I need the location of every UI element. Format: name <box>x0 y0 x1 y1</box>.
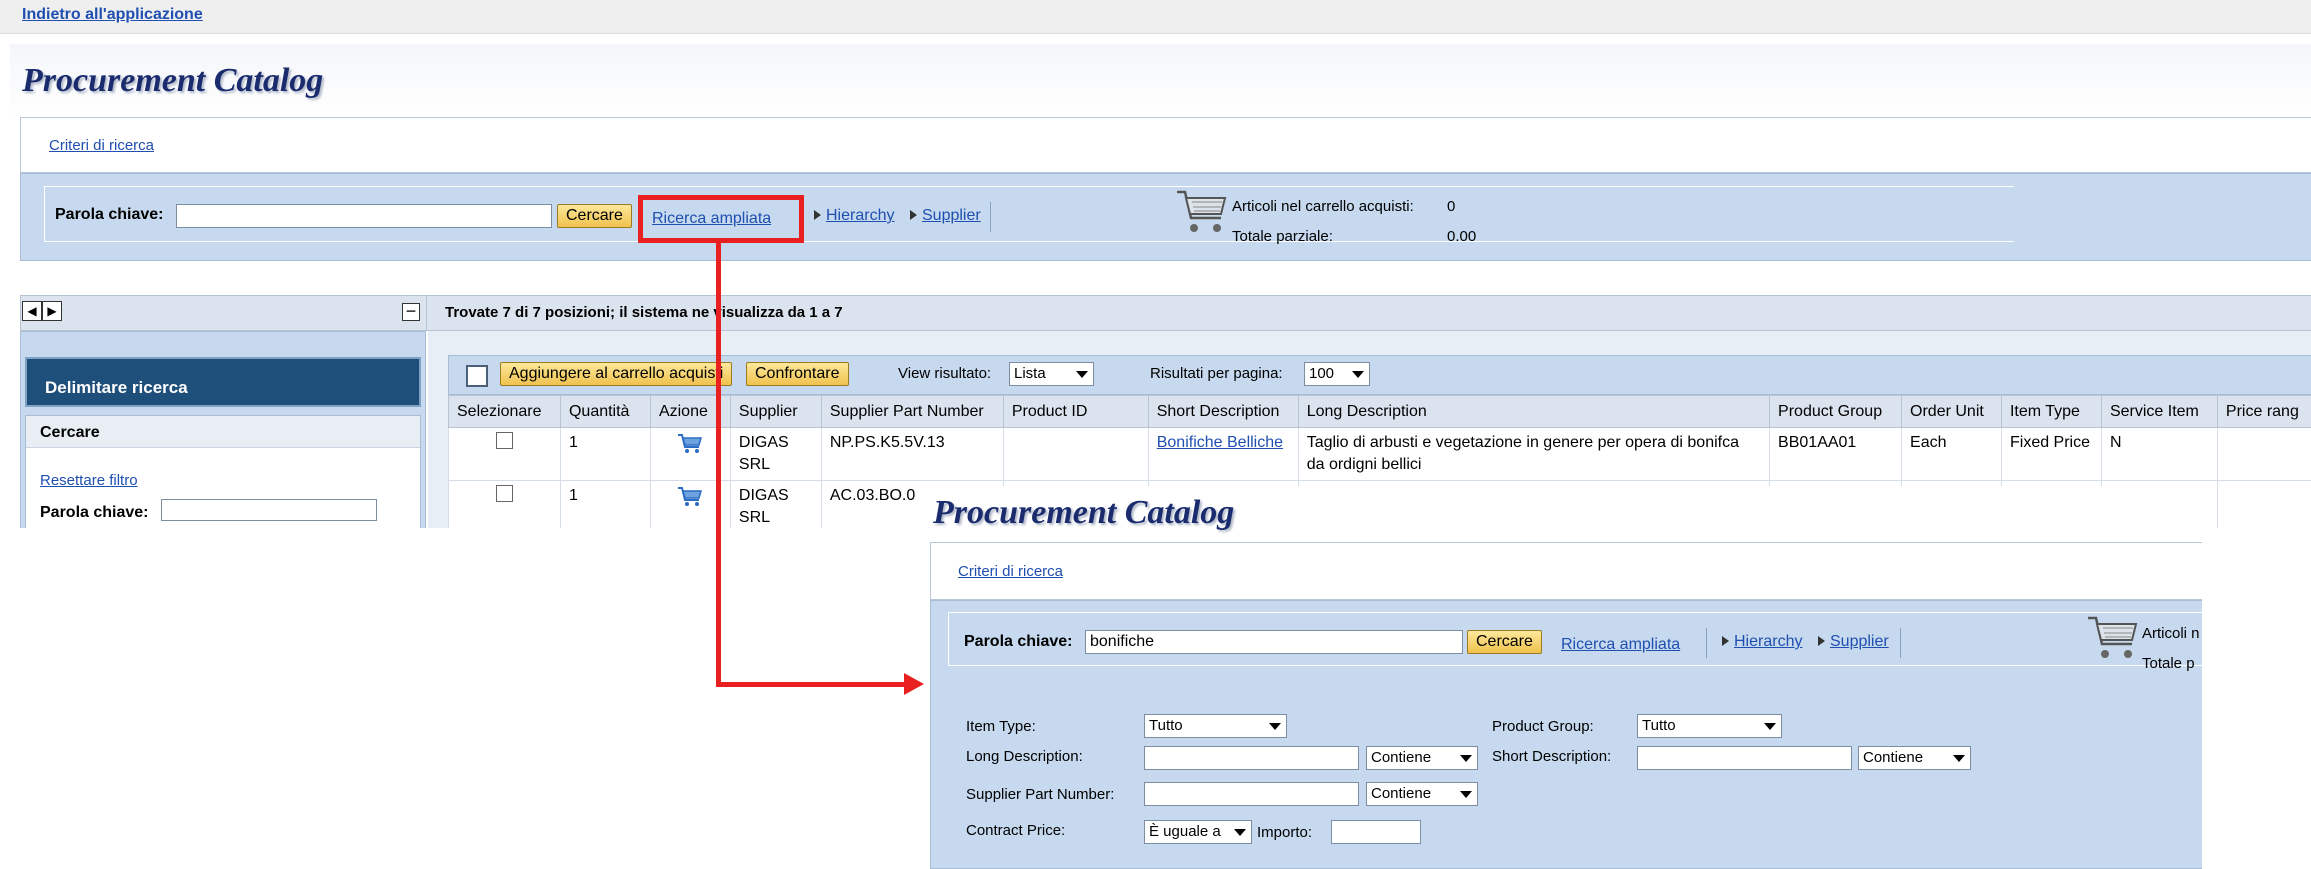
row-checkbox[interactable] <box>495 485 513 502</box>
amount-input[interactable] <box>1331 820 1421 844</box>
supplier-part-number-input[interactable] <box>1144 782 1359 806</box>
arrow-head-icon <box>904 673 924 695</box>
add-to-cart-button[interactable]: Aggiungere al carrello acquisti <box>500 362 733 386</box>
arrow-left-icon[interactable]: ◀ <box>22 301 42 321</box>
supplier-cell: DIGAS SRL <box>729 427 822 481</box>
long-description-label: Long Description: <box>966 748 1083 765</box>
triangle-right-icon <box>910 210 917 220</box>
triangle-right-icon <box>1818 636 1825 646</box>
product-group-label: Product Group: <box>1492 718 1594 735</box>
col-header: Product ID <box>1002 395 1149 428</box>
select-all-checkbox[interactable] <box>466 365 488 387</box>
per-page-label: Risultati per pagina: <box>1150 365 1283 382</box>
zoom-hierarchy-link[interactable]: Hierarchy <box>1734 633 1802 650</box>
zoom-search-button[interactable]: Cercare <box>1467 630 1542 654</box>
col-header: Supplier <box>729 395 822 428</box>
col-header: Price rang <box>2216 395 2311 428</box>
keyword-label: Parola chiave: <box>55 206 164 223</box>
left-keyword-label: Parola chiave: <box>40 504 149 521</box>
col-header: Product Group <box>1769 395 1903 428</box>
order-unit-cell: Each <box>1901 427 2002 481</box>
search-button[interactable]: Cercare <box>557 204 632 228</box>
supplier-cell: DIGAS SRL <box>729 480 822 534</box>
col-header: Service Item <box>2100 395 2218 428</box>
item-type-select[interactable]: Tutto <box>1144 714 1287 738</box>
results-summary: Trovate 7 di 7 posizioni; il sistema ne … <box>445 304 843 321</box>
price-range-cell <box>2216 427 2311 481</box>
long-description-cell: Taglio di arbusti e vegetazione in gener… <box>1297 427 1771 481</box>
search-label: Cercare <box>40 424 100 441</box>
service-item-cell: N <box>2100 427 2218 481</box>
product-id-cell <box>1002 427 1149 481</box>
zoom-keyword-label: Parola chiave: <box>964 633 1073 650</box>
supplier-part-number-label: Supplier Part Number: <box>966 786 1115 803</box>
short-description-label: Short Description: <box>1492 748 1612 765</box>
zoom-subtotal-label: Totale p <box>2142 655 2195 672</box>
triangle-right-icon <box>814 210 821 220</box>
item-type-label: Item Type: <box>966 718 1036 735</box>
price-range-cell <box>2216 480 2311 534</box>
short-description-input[interactable] <box>1637 746 1852 770</box>
supplier-part-number-operator-select[interactable]: Contiene <box>1366 782 1478 806</box>
zoom-supplier-link[interactable]: Supplier <box>1830 633 1889 650</box>
search-criteria-link[interactable]: Criteri di ricerca <box>49 137 154 154</box>
compare-button[interactable]: Confrontare <box>746 362 849 386</box>
zoom-keyword-input[interactable]: bonifiche <box>1085 630 1463 654</box>
arrow-connector <box>716 243 721 687</box>
arrow-right-icon[interactable]: ▶ <box>42 301 62 321</box>
col-header: Order Unit <box>1901 395 2002 428</box>
long-description-operator-select[interactable]: Contiene <box>1366 746 1478 770</box>
part-number-cell: NP.PS.K5.5V.13 <box>820 427 1004 481</box>
zoom-cart-items-label: Articoli n <box>2142 625 2200 642</box>
cart-items-value: 0 <box>1447 198 1456 215</box>
short-description-operator-select[interactable]: Contiene <box>1858 746 1971 770</box>
col-header: Long Description <box>1297 395 1771 428</box>
add-to-cart-icon[interactable] <box>677 432 703 454</box>
quantity-cell[interactable]: 1 <box>559 427 651 481</box>
view-result-label: View risultato: <box>898 365 992 382</box>
contract-price-operator-select[interactable]: È uguale a <box>1144 820 1252 844</box>
refine-search-header: Delimitare ricerca <box>45 378 188 397</box>
per-page-select[interactable]: 100 <box>1304 362 1370 386</box>
zoom-search-criteria-link[interactable]: Criteri di ricerca <box>958 563 1063 580</box>
item-type-cell: Fixed Price <box>2000 427 2102 481</box>
zoom-page-title: Procurement Catalog <box>933 494 1235 531</box>
left-keyword-input[interactable] <box>161 499 377 521</box>
product-group-cell: BB01AA01 <box>1769 427 1903 481</box>
amount-label: Importo: <box>1257 824 1313 841</box>
keyword-input[interactable] <box>176 204 552 228</box>
back-to-app-link[interactable]: Indietro all'applicazione <box>22 6 203 24</box>
table-row: 1 DIGAS SRL NP.PS.K5.5V.13 Bonifiche Bel… <box>448 427 2311 481</box>
col-header: Short Description <box>1147 395 1299 428</box>
highlight-box <box>638 195 804 243</box>
triangle-right-icon <box>1722 636 1729 646</box>
col-header: Item Type <box>2000 395 2102 428</box>
subtotal-label: Totale parziale: <box>1232 228 1333 245</box>
col-header: Supplier Part Number <box>820 395 1004 428</box>
supplier-link[interactable]: Supplier <box>922 207 981 224</box>
view-result-select[interactable]: Lista <box>1009 362 1094 386</box>
zoom-shopping-cart-icon <box>2088 616 2138 658</box>
short-description-link[interactable]: Bonifiche Belliche <box>1157 434 1283 451</box>
quantity-cell[interactable]: 1 <box>559 480 651 534</box>
subtotal-value: 0.00 <box>1447 228 1477 245</box>
page-title: Procurement Catalog <box>22 62 324 99</box>
add-to-cart-icon[interactable] <box>677 485 703 507</box>
col-header: Selezionare <box>448 395 561 428</box>
col-header: Quantità <box>559 395 651 428</box>
cart-items-label: Articoli nel carrello acquisti: <box>1232 198 1414 215</box>
row-checkbox[interactable] <box>495 432 513 449</box>
zoom-advanced-search-link[interactable]: Ricerca ampliata <box>1561 636 1680 654</box>
long-description-input[interactable] <box>1144 746 1359 770</box>
shopping-cart-icon <box>1177 190 1227 232</box>
collapse-icon[interactable]: − <box>402 302 420 321</box>
contract-price-label: Contract Price: <box>966 822 1066 839</box>
product-group-select[interactable]: Tutto <box>1637 714 1782 738</box>
reset-filter-link[interactable]: Resettare filtro <box>40 472 138 489</box>
hierarchy-link[interactable]: Hierarchy <box>826 207 894 224</box>
